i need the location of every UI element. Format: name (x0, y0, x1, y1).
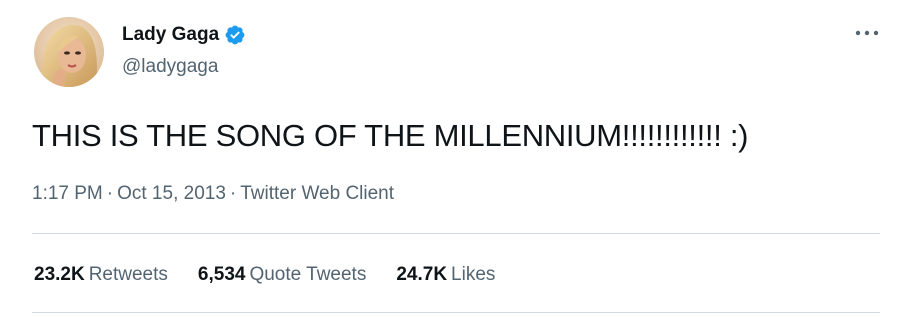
tweet-text: THIS IS THE SONG OF THE MILLENNIUM!!!!!!… (32, 118, 749, 153)
quote-tweets-stat[interactable]: 6,534 Quote Tweets (198, 264, 366, 286)
meta-separator: · (106, 183, 114, 204)
avatar-image (34, 17, 104, 87)
more-options-button[interactable] (854, 26, 880, 40)
avatar[interactable] (34, 17, 104, 87)
verified-badge-icon (224, 24, 246, 46)
retweets-count: 23.2K (34, 264, 85, 285)
likes-count: 24.7K (396, 264, 448, 285)
ellipsis-icon (855, 30, 879, 36)
tweet-client-link[interactable]: Twitter Web Client (240, 183, 394, 204)
author-handle[interactable]: @ladygaga (122, 56, 218, 78)
tweet-stats: 23.2K Retweets 6,534 Quote Tweets 24.7K Lik… (34, 264, 495, 286)
retweets-stat[interactable]: 23.2K Retweets (34, 264, 168, 286)
author-display-name[interactable]: Lady Gaga (122, 24, 219, 46)
quote-tweets-count: 6,534 (197, 264, 246, 285)
tweet-metadata: 1:17 PM · Oct 15, 2013 · Twitter Web Client (32, 183, 394, 205)
quote-tweets-label: Quote Tweets (249, 264, 367, 285)
likes-stat[interactable]: 24.7K Likes (396, 264, 495, 286)
tweet-time-link[interactable]: 1:17 PM (32, 183, 103, 204)
retweets-label: Retweets (88, 264, 168, 285)
likes-label: Likes (451, 264, 496, 285)
divider (32, 233, 880, 234)
tweet-date-link[interactable]: Oct 15, 2013 (117, 183, 226, 204)
author-name-row[interactable]: Lady Gaga (122, 24, 246, 46)
meta-separator: · (229, 183, 237, 204)
divider (32, 312, 880, 313)
